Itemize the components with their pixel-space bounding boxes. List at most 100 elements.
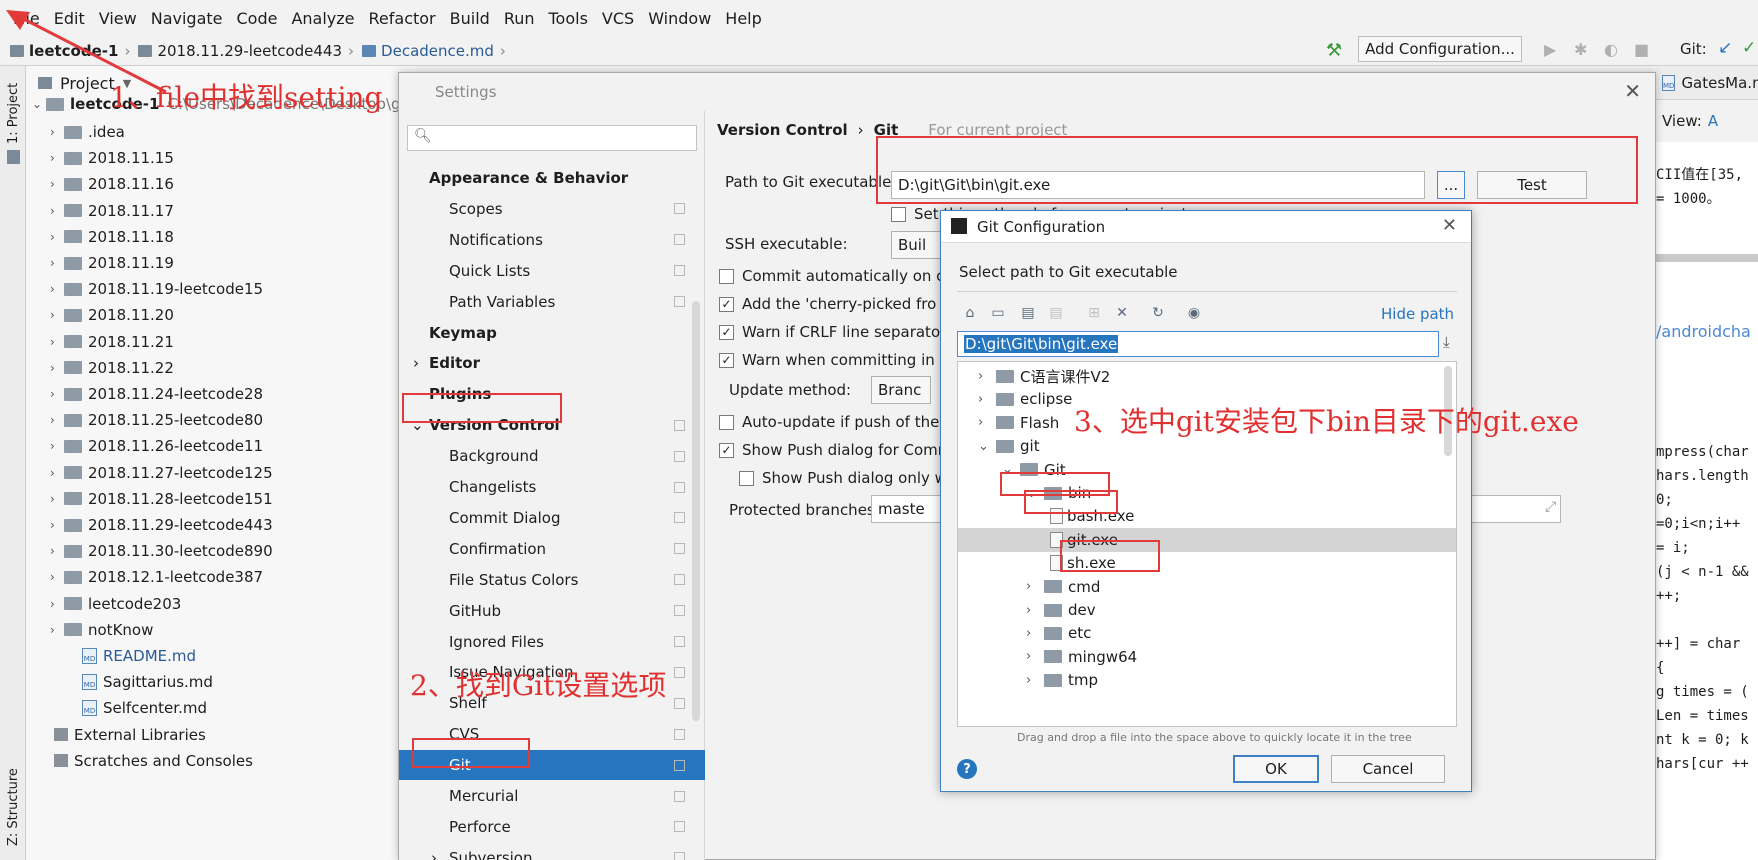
- settings-item-perforce[interactable]: Perforce: [399, 812, 705, 842]
- menu-code[interactable]: Code: [230, 9, 285, 28]
- module-folder-icon[interactable]: ▤: [1045, 303, 1067, 323]
- project-folder-item[interactable]: › 2018.11.16: [50, 172, 174, 196]
- project-folder-item[interactable]: › 2018.11.19: [50, 251, 174, 275]
- chevron-right-icon[interactable]: ›: [978, 392, 996, 407]
- settings-item-appearance-behavior[interactable]: Appearance & Behavior: [399, 163, 705, 193]
- project-folder-item[interactable]: › 2018.11.21: [50, 330, 174, 354]
- file-tree-folder[interactable]: › dev: [958, 598, 1456, 622]
- settings-item-background[interactable]: Background: [399, 441, 705, 471]
- project-folder-item[interactable]: › 2018.11.25-leetcode80: [50, 408, 263, 432]
- debug-icon[interactable]: ✱: [1574, 40, 1587, 59]
- chevron-right-icon[interactable]: ›: [50, 308, 64, 322]
- menu-help[interactable]: Help: [718, 9, 768, 28]
- chevron-right-icon[interactable]: ›: [50, 623, 64, 637]
- file-tree-folder[interactable]: › tmp: [958, 668, 1456, 692]
- chevron-right-icon[interactable]: ›: [50, 361, 64, 375]
- project-folder-item[interactable]: › 2018.11.18: [50, 225, 174, 249]
- chevron-right-icon[interactable]: ›: [1026, 579, 1044, 594]
- add-configuration-button[interactable]: Add Configuration...: [1358, 36, 1522, 62]
- project-folder-item[interactable]: › 2018.11.15: [50, 146, 174, 170]
- settings-search-input[interactable]: 🔍︎: [407, 125, 697, 151]
- project-folder-item[interactable]: › 2018.11.27-leetcode125: [50, 461, 273, 485]
- show-hidden-icon[interactable]: ◉: [1183, 303, 1205, 323]
- chevron-right-icon[interactable]: ›: [1026, 603, 1044, 618]
- hide-path-link[interactable]: Hide path: [1381, 305, 1454, 323]
- project-file-item[interactable]: MD Sagittarius.md: [82, 670, 213, 694]
- delete-icon[interactable]: ✕: [1111, 303, 1133, 323]
- settings-item-commit-dialog[interactable]: Commit Dialog: [399, 503, 705, 533]
- warn-commit-checkbox[interactable]: ✓ Warn when committing in c: [719, 351, 948, 369]
- build-hammer-icon[interactable]: ⚒: [1326, 40, 1342, 61]
- settings-tree-scrollbar[interactable]: [692, 301, 700, 721]
- settings-item-changelists[interactable]: Changelists: [399, 472, 705, 502]
- close-icon[interactable]: ✕: [1624, 79, 1641, 103]
- project-file-item[interactable]: MD Selfcenter.md: [82, 696, 207, 720]
- file-tree-folder[interactable]: › cmd: [958, 575, 1456, 599]
- settings-item-file-status-colors[interactable]: File Status Colors: [399, 565, 705, 595]
- project-folder-item[interactable]: › 2018.11.28-leetcode151: [50, 487, 273, 511]
- file-tree-file[interactable]: sh.exe: [958, 551, 1456, 575]
- chevron-right-icon[interactable]: ›: [50, 413, 64, 427]
- menu-vcs[interactable]: VCS: [595, 9, 641, 28]
- scratches-item[interactable]: Scratches and Consoles: [54, 749, 253, 773]
- external-libraries-item[interactable]: External Libraries: [54, 723, 206, 747]
- chevron-right-icon[interactable]: ›: [50, 177, 64, 191]
- chevron-right-icon[interactable]: ›: [431, 849, 437, 860]
- chevron-right-icon[interactable]: ›: [1026, 626, 1044, 641]
- chevron-right-icon[interactable]: ›: [50, 387, 64, 401]
- structure-tool-tab[interactable]: Z: Structure: [6, 768, 21, 846]
- project-folder-icon[interactable]: ▤: [1017, 303, 1039, 323]
- project-folder-item[interactable]: › 2018.11.26-leetcode11: [50, 434, 263, 458]
- menu-window[interactable]: Window: [641, 9, 718, 28]
- show-push-checkbox[interactable]: ✓ Show Push dialog for Comr: [719, 441, 944, 459]
- settings-item-keymap[interactable]: Keymap: [399, 318, 705, 348]
- show-push-only-checkbox[interactable]: Show Push dialog only w: [739, 469, 947, 487]
- chevron-right-icon[interactable]: ›: [50, 151, 64, 165]
- settings-item-scopes[interactable]: Scopes: [399, 194, 705, 224]
- chevron-right-icon[interactable]: ›: [50, 466, 64, 480]
- chevron-right-icon[interactable]: ›: [50, 230, 64, 244]
- new-folder-icon[interactable]: ⊞: [1083, 303, 1105, 323]
- menu-refactor[interactable]: Refactor: [362, 9, 443, 28]
- settings-item-path-variables[interactable]: Path Variables: [399, 287, 705, 317]
- crlf-checkbox[interactable]: ✓ Warn if CRLF line separato: [719, 323, 940, 341]
- chevron-right-icon[interactable]: ›: [50, 204, 64, 218]
- file-tree-folder[interactable]: › etc: [958, 621, 1456, 645]
- settings-item-subversion[interactable]: › Subversion: [399, 843, 705, 860]
- project-folder-item[interactable]: › 2018.11.22: [50, 356, 174, 380]
- commit-auto-checkbox[interactable]: Commit automatically on c: [719, 267, 944, 285]
- chevron-right-icon[interactable]: ›: [50, 125, 64, 139]
- settings-item-mercurial[interactable]: Mercurial: [399, 781, 705, 811]
- file-tree-file[interactable]: git.exe: [958, 527, 1456, 552]
- chevron-right-icon[interactable]: ›: [978, 369, 996, 384]
- chevron-right-icon[interactable]: ›: [50, 282, 64, 296]
- chevron-right-icon[interactable]: ›: [978, 415, 996, 430]
- git-dialog-path-input[interactable]: D:\git\Git\bin\git.exe: [957, 331, 1439, 357]
- update-method-select[interactable]: Branc: [871, 376, 931, 404]
- menu-run[interactable]: Run: [497, 9, 542, 28]
- chevron-right-icon[interactable]: ›: [50, 570, 64, 584]
- close-icon[interactable]: ✕: [1442, 215, 1457, 236]
- expand-icon[interactable]: ⤢: [1545, 499, 1556, 515]
- chevron-right-icon[interactable]: ›: [1026, 673, 1044, 688]
- file-tree-folder[interactable]: › mingw64: [958, 645, 1456, 669]
- chevron-right-icon[interactable]: ›: [50, 439, 64, 453]
- cancel-button[interactable]: Cancel: [1331, 755, 1445, 783]
- chevron-right-icon[interactable]: ›: [413, 354, 419, 372]
- menu-analyze[interactable]: Analyze: [284, 9, 361, 28]
- home-icon[interactable]: ⌂: [959, 303, 981, 323]
- chevron-right-icon[interactable]: ›: [50, 544, 64, 558]
- project-file-item[interactable]: MD README.md: [82, 644, 196, 668]
- settings-item-editor[interactable]: › Editor: [399, 348, 705, 378]
- file-tree-folder[interactable]: › C语言课件V2: [958, 364, 1456, 388]
- chevron-right-icon[interactable]: ›: [50, 597, 64, 611]
- download-icon[interactable]: ⤓: [1443, 333, 1450, 351]
- git-commit-icon[interactable]: ✓: [1742, 38, 1756, 58]
- stop-icon[interactable]: ■: [1634, 40, 1649, 59]
- project-folder-item[interactable]: › 2018.11.19-leetcode15: [50, 277, 263, 301]
- help-icon[interactable]: ?: [957, 759, 977, 779]
- chevron-right-icon[interactable]: ›: [50, 518, 64, 532]
- project-folder-item[interactable]: › .idea: [50, 120, 125, 144]
- run-icon[interactable]: ▶: [1544, 40, 1556, 59]
- chevron-right-icon[interactable]: ›: [1026, 649, 1044, 664]
